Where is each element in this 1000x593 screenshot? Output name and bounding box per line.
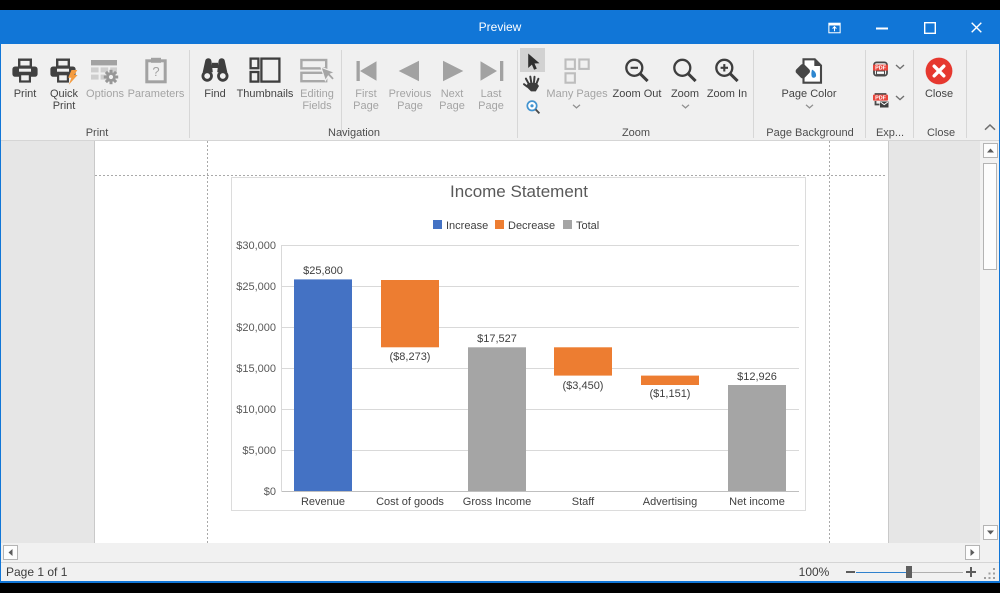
svg-text:Cost of goods: Cost of goods: [376, 496, 444, 508]
svg-text:($8,273): ($8,273): [390, 351, 431, 363]
svg-text:$5,000: $5,000: [242, 445, 276, 457]
svg-text:Income Statement: Income Statement: [450, 182, 588, 201]
svg-text:Net income: Net income: [729, 496, 785, 508]
svg-text:$17,527: $17,527: [477, 333, 517, 345]
svg-text:($1,151): ($1,151): [650, 388, 691, 400]
svg-text:Staff: Staff: [572, 496, 595, 508]
svg-text:$15,000: $15,000: [236, 363, 276, 375]
svg-text:?: ?: [152, 64, 159, 79]
svg-text:$20,000: $20,000: [236, 322, 276, 334]
svg-text:$25,800: $25,800: [303, 265, 343, 277]
svg-text:PDF: PDF: [875, 96, 886, 102]
svg-text:($3,450): ($3,450): [563, 380, 604, 392]
svg-text:Decrease: Decrease: [508, 220, 555, 232]
svg-text:PDF: PDF: [875, 66, 886, 72]
svg-text:$12,926: $12,926: [737, 371, 777, 383]
svg-text:$30,000: $30,000: [236, 240, 276, 252]
svg-text:Gross Income: Gross Income: [463, 496, 531, 508]
svg-text:$0: $0: [264, 486, 276, 498]
svg-text:Increase: Increase: [446, 220, 488, 232]
svg-text:Total: Total: [576, 220, 599, 232]
svg-text:Advertising: Advertising: [643, 496, 697, 508]
svg-text:Revenue: Revenue: [301, 496, 345, 508]
svg-text:$25,000: $25,000: [236, 281, 276, 293]
svg-text:$10,000: $10,000: [236, 404, 276, 416]
